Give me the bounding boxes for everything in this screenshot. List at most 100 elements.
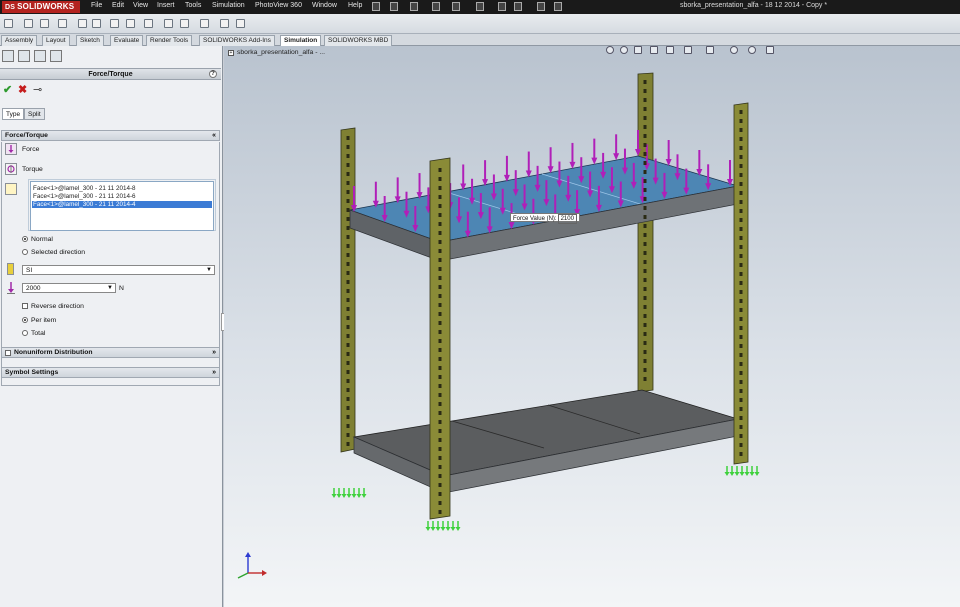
options-icon[interactable] bbox=[554, 2, 562, 11]
menu-help[interactable]: Help bbox=[348, 2, 362, 9]
mate-icon[interactable] bbox=[40, 19, 49, 28]
tab-solidworks-addins[interactable]: SOLIDWORKS Add-Ins bbox=[199, 35, 275, 46]
reverse-direction-checkbox[interactable] bbox=[22, 303, 28, 309]
post-hole bbox=[739, 335, 743, 339]
lower-shelf[interactable] bbox=[352, 389, 739, 494]
interference-icon[interactable] bbox=[220, 19, 229, 28]
total-radio[interactable] bbox=[22, 330, 28, 336]
menu-simulation[interactable]: Simulation bbox=[212, 2, 245, 9]
assembly-tool-icon[interactable] bbox=[24, 19, 33, 28]
per-item-radio[interactable] bbox=[22, 317, 28, 323]
post-hole bbox=[438, 276, 442, 280]
front-left-post[interactable] bbox=[429, 157, 451, 520]
selected-direction-radio[interactable] bbox=[22, 249, 28, 255]
force-icon[interactable] bbox=[5, 143, 17, 155]
faces-list[interactable]: Face<1>@lamel_300 - 21 11 2014-8 Face<1>… bbox=[30, 181, 214, 231]
expand-icon[interactable]: » bbox=[212, 348, 216, 358]
nonuniform-distribution-checkbox[interactable] bbox=[5, 350, 11, 356]
open-document-icon[interactable] bbox=[410, 2, 418, 11]
upper-shelf[interactable] bbox=[348, 155, 739, 262]
menu-edit[interactable]: Edit bbox=[112, 2, 124, 9]
section-icon[interactable] bbox=[144, 19, 153, 28]
post-hole bbox=[346, 190, 350, 194]
cancel-button[interactable]: ✖ bbox=[18, 85, 27, 96]
post-hole bbox=[346, 172, 350, 176]
menu-view[interactable]: View bbox=[133, 2, 148, 9]
exploded-view-icon[interactable] bbox=[164, 19, 173, 28]
collapse-icon[interactable]: « bbox=[212, 131, 216, 141]
menu-insert[interactable]: Insert bbox=[157, 2, 175, 9]
file-properties-icon[interactable] bbox=[537, 2, 545, 11]
subtab-split[interactable]: Split bbox=[24, 108, 45, 120]
undo-icon[interactable] bbox=[476, 2, 484, 11]
fixture-symbol bbox=[734, 466, 740, 476]
component-icon[interactable] bbox=[58, 19, 67, 28]
help-icon[interactable]: ? bbox=[209, 70, 217, 78]
measure-icon[interactable] bbox=[236, 19, 245, 28]
pin-menu-icon[interactable] bbox=[372, 2, 380, 11]
new-document-icon[interactable] bbox=[390, 2, 398, 11]
select-icon[interactable] bbox=[498, 2, 506, 11]
menu-window[interactable]: Window bbox=[312, 2, 337, 9]
rebuild-icon[interactable] bbox=[514, 2, 522, 11]
fixture-symbol bbox=[361, 488, 367, 498]
nonuniform-distribution-title: Nonuniform Distribution bbox=[14, 349, 93, 356]
instant3d-icon[interactable] bbox=[200, 19, 209, 28]
force-torque-group-header[interactable]: Force/Torque « bbox=[1, 130, 220, 141]
rotate-icon[interactable] bbox=[92, 19, 101, 28]
fixture-symbol bbox=[435, 521, 441, 531]
tab-layout[interactable]: Layout bbox=[42, 35, 70, 46]
selected-direction-label: Selected direction bbox=[31, 249, 86, 256]
pattern-icon[interactable] bbox=[110, 19, 119, 28]
reference-geometry-icon[interactable] bbox=[180, 19, 189, 28]
torque-icon[interactable] bbox=[5, 163, 17, 175]
post-hole bbox=[438, 339, 442, 343]
move-icon[interactable] bbox=[78, 19, 87, 28]
property-manager-tab-icon[interactable] bbox=[18, 50, 30, 62]
tab-render-tools[interactable]: Render Tools bbox=[146, 35, 193, 46]
force-value-callout[interactable]: Force Value (N): 2100 bbox=[510, 213, 580, 224]
menu-photoview[interactable]: PhotoView 360 bbox=[255, 2, 302, 9]
unit-system-select[interactable]: SI ▼ bbox=[22, 265, 215, 275]
keep-visible-pin-icon[interactable]: ⊸ bbox=[33, 85, 42, 96]
post-hole bbox=[346, 388, 350, 392]
units-icon bbox=[7, 263, 14, 275]
symbol-settings-header[interactable]: Symbol Settings » bbox=[1, 367, 220, 378]
tab-assembly[interactable]: Assembly bbox=[1, 35, 38, 46]
configuration-manager-tab-icon[interactable] bbox=[34, 50, 46, 62]
tab-solidworks-mbd[interactable]: SOLIDWORKS MBD bbox=[324, 35, 393, 46]
model-scene[interactable] bbox=[224, 46, 960, 607]
feature-manager-tab-icon[interactable] bbox=[2, 50, 14, 62]
nonuniform-distribution-header[interactable]: Nonuniform Distribution » bbox=[1, 347, 220, 358]
post-hole bbox=[643, 116, 647, 120]
post-hole bbox=[643, 359, 647, 363]
graphics-viewport[interactable]: + sborka_presentation_alfa - ... Force V… bbox=[224, 46, 960, 607]
expand-icon[interactable]: » bbox=[212, 368, 216, 378]
post-hole bbox=[739, 245, 743, 249]
tab-evaluate[interactable]: Evaluate bbox=[110, 35, 144, 46]
post-hole bbox=[346, 415, 350, 419]
zoom-icon[interactable] bbox=[4, 19, 13, 28]
face-list-item[interactable]: Face<1>@lamel_300 - 21 11 2014-8 bbox=[32, 185, 212, 192]
menu-file[interactable]: File bbox=[91, 2, 102, 9]
force-value-input[interactable]: 2000 ▼ bbox=[22, 283, 116, 293]
post-hole bbox=[739, 416, 743, 420]
menu-tools[interactable]: Tools bbox=[185, 2, 201, 9]
face-list-item[interactable]: Face<1>@lamel_300 - 21 11 2014-6 bbox=[32, 193, 212, 200]
print-icon[interactable] bbox=[452, 2, 460, 11]
post-hole bbox=[438, 204, 442, 208]
solidworks-logo[interactable]: DS SOLIDWORKS bbox=[2, 1, 80, 13]
display-manager-tab-icon[interactable] bbox=[50, 50, 62, 62]
tab-simulation[interactable]: Simulation bbox=[280, 35, 322, 46]
face-list-item-selected[interactable]: Face<1>@lamel_300 - 21 11 2014-4 bbox=[32, 201, 212, 208]
mirror-icon[interactable] bbox=[126, 19, 135, 28]
subtab-type[interactable]: Type bbox=[2, 108, 25, 120]
save-icon[interactable] bbox=[432, 2, 440, 11]
tab-sketch[interactable]: Sketch bbox=[76, 35, 104, 46]
post-hole bbox=[438, 330, 442, 334]
post-hole bbox=[346, 379, 350, 383]
normal-radio[interactable] bbox=[22, 236, 28, 242]
post-hole bbox=[739, 200, 743, 204]
force-callout-value[interactable]: 2100 bbox=[557, 214, 577, 224]
ok-button[interactable]: ✔ bbox=[3, 85, 12, 96]
